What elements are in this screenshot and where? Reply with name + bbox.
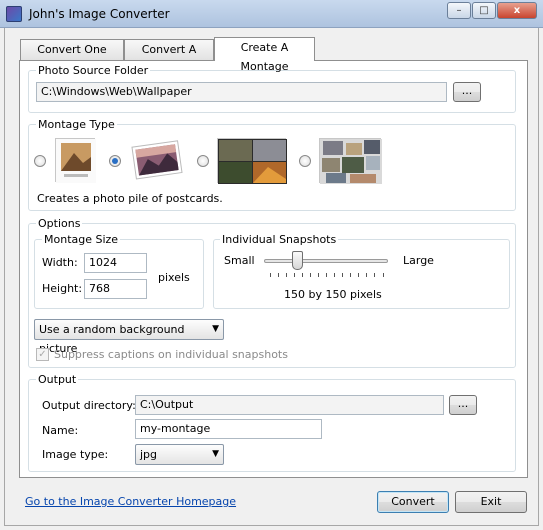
chevron-down-icon: ▼ — [212, 449, 219, 459]
slider-tick — [269, 273, 271, 277]
montage-size-legend: Montage Size — [42, 233, 121, 246]
slider-tick — [309, 273, 311, 277]
slider-small-label: Small — [224, 254, 255, 267]
exit-button[interactable]: Exit — [455, 491, 527, 513]
image-type-select[interactable]: jpg ▼ — [135, 444, 224, 465]
montage-type-legend: Montage Type — [36, 118, 117, 131]
slider-tick — [342, 273, 344, 277]
window-title: John's Image Converter — [29, 7, 170, 21]
slider-tick — [382, 273, 384, 277]
snapshots-legend: Individual Snapshots — [220, 233, 339, 246]
photo-source-browse-button[interactable]: ... — [453, 82, 481, 102]
slider-tick — [293, 273, 295, 277]
title-bar[interactable]: John's Image Converter – □ x — [0, 0, 543, 28]
image-type-label: Image type: — [42, 448, 109, 461]
minimize-button[interactable]: – — [447, 2, 471, 19]
tab-create-a-montage[interactable]: Create A Montage — [214, 37, 315, 73]
photo-source-input[interactable]: C:\Windows\Web\Wallpaper — [36, 82, 447, 102]
homepage-link[interactable]: Go to the Image Converter Homepage — [25, 495, 236, 508]
photo-grid-icon[interactable] — [217, 138, 287, 184]
photo-source-legend: Photo Source Folder — [36, 64, 151, 77]
height-input[interactable]: 768 — [84, 279, 147, 299]
output-directory-label: Output directory: — [42, 399, 136, 412]
snapshot-size-slider-track[interactable] — [264, 259, 388, 263]
pixels-label: pixels — [158, 271, 190, 284]
name-label: Name: — [42, 424, 79, 437]
postcard-pile-icon[interactable] — [128, 138, 185, 182]
montage-type-radio-collage[interactable] — [299, 155, 311, 167]
slider-tick — [277, 273, 279, 277]
image-type-value: jpg — [140, 448, 158, 461]
options-legend: Options — [36, 217, 83, 230]
slider-tick — [334, 273, 336, 277]
slider-large-label: Large — [403, 254, 434, 267]
montage-type-radio-single[interactable] — [34, 155, 46, 167]
width-input[interactable]: 1024 — [84, 253, 147, 273]
width-label: Width: — [42, 256, 78, 269]
snapshot-size-slider-thumb[interactable] — [292, 251, 304, 270]
slider-tick — [374, 273, 376, 277]
close-button[interactable]: x — [497, 2, 537, 19]
suppress-captions-label: Suppress captions on individual snapshot… — [54, 348, 288, 361]
montage-type-radio-pile[interactable] — [109, 155, 121, 167]
output-legend: Output — [36, 373, 79, 386]
background-select[interactable]: Use a random background picture ▼ — [34, 319, 224, 355]
output-browse-button[interactable]: ... — [449, 395, 477, 415]
convert-button[interactable]: Convert — [377, 491, 449, 513]
montage-type-radio-grid[interactable] — [197, 155, 209, 167]
slider-tick — [317, 273, 319, 277]
slider-tick — [358, 273, 360, 277]
snapshot-size-value: 150 by 150 pixels — [284, 288, 382, 301]
slider-tick — [366, 273, 368, 277]
app-icon — [6, 6, 22, 22]
tab-convert-a-folder[interactable]: Convert A Folder — [124, 39, 214, 75]
slider-tick — [285, 273, 287, 277]
slider-tick — [326, 273, 327, 277]
slider-tick — [301, 273, 303, 277]
postcard-single-icon[interactable] — [55, 138, 96, 183]
tab-convert-one-image[interactable]: Convert One Image — [20, 39, 124, 75]
maximize-button[interactable]: □ — [472, 2, 496, 19]
suppress-captions-checkbox[interactable]: ✓ — [36, 348, 49, 361]
name-input[interactable]: my-montage — [135, 419, 322, 439]
montage-type-description: Creates a photo pile of postcards. — [37, 192, 223, 205]
photo-collage-icon[interactable] — [319, 138, 382, 184]
height-label: Height: — [42, 282, 83, 295]
slider-tick — [350, 273, 352, 277]
chevron-down-icon: ▼ — [212, 324, 219, 334]
output-directory-input[interactable]: C:\Output — [135, 395, 444, 415]
